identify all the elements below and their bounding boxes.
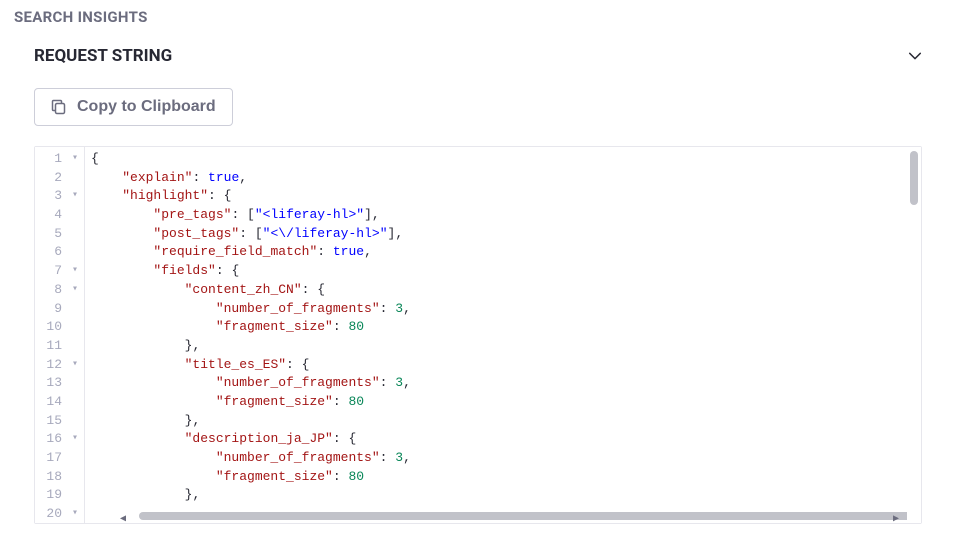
gutter-line: 14 bbox=[35, 393, 84, 412]
gutter-line: 1▾ bbox=[35, 150, 84, 169]
code-line[interactable]: "fragment_size": 80 bbox=[85, 393, 907, 412]
code-line[interactable]: }, bbox=[85, 337, 907, 356]
code-line[interactable]: "require_field_match": true, bbox=[85, 243, 907, 262]
section-title: REQUEST STRING bbox=[34, 46, 172, 66]
gutter-line: 17 bbox=[35, 449, 84, 468]
gutter-line: 7▾ bbox=[35, 262, 84, 281]
fold-marker-icon[interactable]: ▾ bbox=[72, 281, 78, 300]
vertical-scrollbar[interactable] bbox=[907, 147, 921, 523]
gutter-line: 20▾ bbox=[35, 505, 84, 524]
code-line[interactable]: "number_of_fragments": 3, bbox=[85, 300, 907, 319]
gutter-line: 12▾ bbox=[35, 356, 84, 375]
gutter-line: 16▾ bbox=[35, 430, 84, 449]
gutter-line: 13 bbox=[35, 374, 84, 393]
gutter-line: 18 bbox=[35, 468, 84, 487]
code-body[interactable]: { "explain": true, "highlight": { "pre_t… bbox=[85, 147, 907, 523]
page-title: SEARCH INSIGHTS bbox=[14, 8, 942, 26]
gutter-line: 2 bbox=[35, 169, 84, 188]
gutter-line: 3▾ bbox=[35, 187, 84, 206]
code-line[interactable]: }, bbox=[85, 486, 907, 505]
code-line[interactable]: "description_ja_JP": { bbox=[85, 430, 907, 449]
code-line[interactable]: { bbox=[85, 150, 907, 169]
scroll-left-arrow[interactable]: ◀ bbox=[120, 511, 132, 521]
code-line[interactable]: "number_of_fragments": 3, bbox=[85, 374, 907, 393]
code-line[interactable]: "fragment_size": 80 bbox=[85, 318, 907, 337]
fold-marker-icon[interactable]: ▾ bbox=[72, 505, 78, 524]
gutter: 1▾23▾4567▾8▾9101112▾13141516▾17181920▾ bbox=[35, 147, 85, 523]
code-line[interactable]: "explain": true, bbox=[85, 169, 907, 188]
fold-marker-icon[interactable]: ▾ bbox=[72, 262, 78, 281]
code-line[interactable]: "title_es_ES": { bbox=[85, 356, 907, 375]
horizontal-scrollbar[interactable]: ◀ ▶ bbox=[135, 509, 893, 523]
gutter-line: 10 bbox=[35, 318, 84, 337]
code-line[interactable]: "fragment_size": 80 bbox=[85, 468, 907, 487]
code-line[interactable]: "post_tags": ["<\/liferay-hl>"], bbox=[85, 225, 907, 244]
copy-icon bbox=[51, 99, 67, 115]
gutter-line: 19 bbox=[35, 486, 84, 505]
code-line[interactable]: }, bbox=[85, 412, 907, 431]
chevron-down-icon bbox=[908, 49, 922, 63]
code-line[interactable]: "pre_tags": ["<liferay-hl>"], bbox=[85, 206, 907, 225]
gutter-line: 6 bbox=[35, 243, 84, 262]
vertical-scrollbar-thumb[interactable] bbox=[910, 151, 918, 205]
gutter-line: 8▾ bbox=[35, 281, 84, 300]
code-line[interactable]: "fields": { bbox=[85, 262, 907, 281]
fold-marker-icon[interactable]: ▾ bbox=[72, 187, 78, 206]
gutter-line: 9 bbox=[35, 300, 84, 319]
gutter-line: 5 bbox=[35, 225, 84, 244]
section-header[interactable]: REQUEST STRING bbox=[14, 46, 942, 66]
copy-to-clipboard-button[interactable]: Copy to Clipboard bbox=[34, 88, 233, 126]
code-line[interactable]: "highlight": { bbox=[85, 187, 907, 206]
gutter-line: 11 bbox=[35, 337, 84, 356]
fold-marker-icon[interactable]: ▾ bbox=[72, 150, 78, 169]
fold-marker-icon[interactable]: ▾ bbox=[72, 356, 78, 375]
code-line[interactable]: "content_zh_CN": { bbox=[85, 281, 907, 300]
gutter-line: 4 bbox=[35, 206, 84, 225]
code-editor[interactable]: 1▾23▾4567▾8▾9101112▾13141516▾17181920▾ {… bbox=[34, 146, 922, 524]
horizontal-scrollbar-thumb[interactable] bbox=[139, 512, 907, 520]
copy-button-label: Copy to Clipboard bbox=[77, 98, 216, 116]
scroll-right-arrow[interactable]: ▶ bbox=[893, 511, 905, 521]
code-line[interactable]: "number_of_fragments": 3, bbox=[85, 449, 907, 468]
fold-marker-icon[interactable]: ▾ bbox=[72, 430, 78, 449]
gutter-line: 15 bbox=[35, 412, 84, 431]
